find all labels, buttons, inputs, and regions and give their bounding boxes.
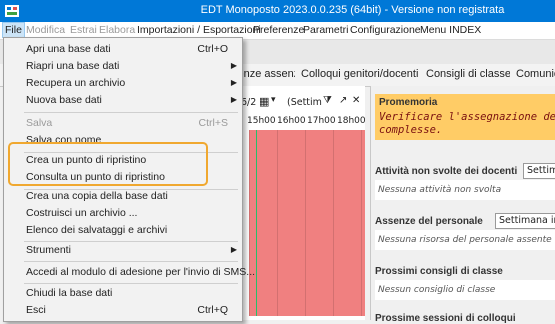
current-time-line — [256, 130, 257, 316]
menu-importazioni[interactable]: Importazioni / Esportazioni — [137, 24, 261, 36]
menu-item-label: Strumenti — [26, 244, 71, 256]
hour-label: 16h00 — [277, 116, 306, 126]
panel-attivita-title: Attività non svolte dei docenti — [375, 166, 518, 177]
panel-attivita-body: Nessuna attività non svolta — [375, 180, 555, 200]
close-icon[interactable]: ✕ — [352, 95, 360, 106]
hour-label: 17h00 — [307, 116, 336, 126]
menu-item-apri[interactable]: Apri una base dati Ctrl+O — [4, 41, 242, 58]
menu-item-nuova[interactable]: Nuova base dati ▶ — [4, 92, 242, 109]
assenze-period-select[interactable]: Settimana in c — [495, 213, 555, 229]
grid-cells[interactable] — [249, 130, 365, 316]
tab-comunicazioni[interactable]: Comunic — [510, 64, 555, 85]
menu-item-accedi-sms[interactable]: Accedi al modulo di adesione per l'invio… — [4, 264, 255, 281]
title-bar: EDT Monoposto 2023.0.0.235 (64bit) - Ver… — [0, 0, 555, 22]
panel-assenze-body: Nessuna risorsa del personale assente — [375, 230, 555, 250]
submenu-arrow-icon: ▶ — [230, 78, 237, 87]
assenze-period-value: Settimana in c — [499, 215, 555, 226]
filter-icon[interactable]: ⧩ — [323, 95, 332, 106]
menu-item-label: Crea una copia della base dati — [26, 190, 168, 202]
tab-consigli[interactable]: Consigli di classe — [420, 64, 518, 85]
menu-item-label: Nuova base dati — [26, 94, 102, 106]
menu-item-label: Costruisci un archivio ... — [26, 207, 138, 219]
menu-item-elenco[interactable]: Elenco dei salvataggi e archivi — [4, 222, 242, 239]
menu-separator — [24, 283, 238, 284]
menu-index[interactable]: Menu INDEX — [420, 24, 481, 36]
menu-item-label: Riapri una base dati — [26, 60, 120, 72]
panel-consigli-body: Nessun consiglio di classe — [375, 280, 555, 300]
menu-item-shortcut: Ctrl+O — [197, 43, 228, 55]
menu-file[interactable]: File — [2, 22, 25, 38]
hour-label: 18h00 — [337, 116, 366, 126]
menu-preferenze[interactable]: Preferenze — [253, 24, 304, 36]
menu-elabora[interactable]: Elabora — [99, 24, 135, 36]
submenu-arrow-icon: ▶ — [230, 245, 237, 254]
menu-separator — [24, 261, 238, 262]
tab-colloqui[interactable]: Colloqui genitori/docenti — [295, 64, 426, 85]
menu-separator — [24, 112, 238, 113]
menu-item-strumenti[interactable]: Strumenti ▶ — [4, 242, 242, 259]
restore-point-highlight — [8, 142, 208, 186]
promemoria-text: complesse. — [379, 124, 443, 136]
promemoria-text: Verificare l'assegnazione dell — [379, 111, 555, 123]
chevron-down-icon[interactable]: ▾ — [271, 95, 276, 105]
menu-item-chiudi[interactable]: Chiudi la base dati — [4, 285, 242, 302]
attivita-empty-text: Nessuna attività non svolta — [378, 185, 502, 195]
menu-item-costruisci[interactable]: Costruisci un archivio ... — [4, 205, 242, 222]
menu-item-label: Chiudi la base dati — [26, 287, 113, 299]
calendar-icon[interactable]: ▦ — [259, 95, 269, 108]
panel-colloqui-title: Prossime sessioni di colloqui — [375, 313, 516, 324]
promemoria-box: Promemoria Verificare l'assegnazione del… — [375, 94, 555, 140]
menu-item-label: Elenco dei salvataggi e archivi — [26, 224, 168, 236]
timetable-grid: 6/2 ▦ ▾ (Settim ⧩ ↗ ✕ 15h00 16h00 17h00 … — [235, 86, 366, 320]
menu-item-label: Apri una base dati — [26, 43, 111, 55]
menu-item-label: Accedi al modulo di adesione per l'invio… — [26, 266, 256, 278]
consigli-empty-text: Nessun consiglio di classe — [378, 285, 496, 295]
menu-item-shortcut: Ctrl+Q — [197, 304, 228, 316]
menu-parametri[interactable]: Parametri — [303, 24, 349, 36]
grid-toolbar: 6/2 ▦ ▾ (Settim ⧩ ↗ ✕ — [235, 94, 365, 112]
menu-item-riapri[interactable]: Riapri una base dati ▶ — [4, 58, 242, 75]
menu-item-shortcut: Ctrl+S — [198, 117, 228, 129]
panel-assenze-title: Assenze del personale — [375, 216, 483, 227]
attivita-period-value: Settimana — [527, 165, 555, 176]
menu-item-salva[interactable]: Salva Ctrl+S — [4, 115, 242, 132]
expand-icon[interactable]: ↗ — [339, 95, 347, 106]
hour-header: 15h00 16h00 17h00 18h00 — [235, 116, 366, 128]
grid-date: 6/2 — [241, 97, 257, 108]
assenze-empty-text: Nessuna risorsa del personale assente — [378, 235, 552, 245]
menu-item-crea-copia[interactable]: Crea una copia della base dati — [4, 188, 242, 205]
submenu-arrow-icon: ▶ — [230, 61, 237, 70]
attivita-period-select[interactable]: Settimana — [523, 163, 555, 179]
grid-period: (Settim — [287, 97, 322, 108]
menu-configurazione[interactable]: Configurazione — [350, 24, 421, 36]
hour-label: 15h00 — [247, 116, 276, 126]
menu-item-label: Salva — [26, 117, 53, 129]
panel-consigli-title: Prossimi consigli di classe — [375, 266, 503, 277]
menu-item-label: Recupera un archivio — [26, 77, 126, 89]
menu-modifica[interactable]: Modifica — [26, 24, 65, 36]
menu-item-recupera[interactable]: Recupera un archivio ▶ — [4, 75, 242, 92]
side-panel: Promemoria Verificare l'assegnazione del… — [370, 86, 555, 324]
menu-item-label: Esci — [26, 304, 46, 316]
submenu-arrow-icon: ▶ — [230, 95, 237, 104]
promemoria-title: Promemoria — [379, 97, 438, 108]
menu-estrai[interactable]: Estrai — [70, 24, 97, 36]
menu-item-esci[interactable]: Esci Ctrl+Q — [4, 302, 242, 319]
window-title: EDT Monoposto 2023.0.0.235 (64bit) - Ver… — [200, 4, 505, 16]
